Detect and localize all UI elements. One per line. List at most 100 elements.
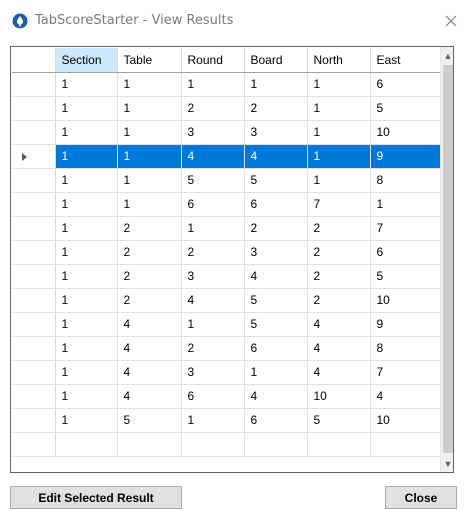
table-cell-section[interactable]: 1 bbox=[55, 216, 118, 241]
table-row[interactable]: 141549 bbox=[12, 312, 441, 337]
table-cell-east[interactable]: 9 bbox=[370, 312, 441, 337]
row-header[interactable] bbox=[12, 408, 56, 433]
table-cell-section[interactable]: 1 bbox=[55, 360, 118, 385]
table-cell-board[interactable]: 5 bbox=[244, 288, 308, 313]
table-cell-east[interactable]: 6 bbox=[370, 240, 441, 265]
table-row[interactable]: 114419 bbox=[12, 144, 441, 169]
table-row[interactable]: 115518 bbox=[12, 168, 441, 193]
table-cell-north[interactable] bbox=[307, 432, 371, 457]
table-cell-east[interactable]: 6 bbox=[370, 72, 441, 97]
row-header[interactable] bbox=[12, 384, 56, 409]
row-header[interactable] bbox=[12, 360, 56, 385]
table-cell-east[interactable]: 8 bbox=[370, 336, 441, 361]
table-cell-round[interactable]: 4 bbox=[181, 288, 245, 313]
scrollbar-thumb[interactable] bbox=[443, 65, 453, 453]
table-cell-table[interactable]: 2 bbox=[117, 216, 182, 241]
table-cell-north[interactable]: 7 bbox=[307, 192, 371, 217]
table-cell-section[interactable] bbox=[55, 432, 118, 457]
row-header[interactable] bbox=[12, 216, 56, 241]
table-cell-east[interactable] bbox=[370, 432, 441, 457]
table-row[interactable]: 142648 bbox=[12, 336, 441, 361]
table-cell-north[interactable]: 10 bbox=[307, 384, 371, 409]
row-header[interactable] bbox=[12, 336, 56, 361]
table-cell-table[interactable]: 1 bbox=[117, 168, 182, 193]
table-cell-table[interactable]: 1 bbox=[117, 144, 182, 169]
table-cell-section[interactable]: 1 bbox=[55, 312, 118, 337]
table-cell-north[interactable]: 1 bbox=[307, 144, 371, 169]
table-cell-east[interactable]: 1 bbox=[370, 192, 441, 217]
table-cell-north[interactable]: 4 bbox=[307, 360, 371, 385]
table-row[interactable]: 112215 bbox=[12, 96, 441, 121]
row-header[interactable] bbox=[12, 120, 56, 145]
column-header-section[interactable]: Section bbox=[55, 48, 118, 73]
table-cell-section[interactable]: 1 bbox=[55, 72, 118, 97]
table-cell-board[interactable]: 1 bbox=[244, 360, 308, 385]
table-cell-section[interactable]: 1 bbox=[55, 120, 118, 145]
row-header[interactable] bbox=[12, 96, 56, 121]
table-cell-table[interactable]: 1 bbox=[117, 192, 182, 217]
table-cell-board[interactable] bbox=[244, 432, 308, 457]
table-cell-section[interactable]: 1 bbox=[55, 408, 118, 433]
row-header[interactable] bbox=[12, 144, 56, 169]
results-grid[interactable]: Section Table Round Board North East 111… bbox=[10, 46, 454, 473]
table-row[interactable]: 143147 bbox=[12, 360, 441, 385]
row-header[interactable] bbox=[12, 168, 56, 193]
table-cell-round[interactable]: 3 bbox=[181, 120, 245, 145]
table-cell-table[interactable]: 5 bbox=[117, 408, 182, 433]
table-row[interactable]: 111116 bbox=[12, 72, 441, 97]
table-cell-board[interactable]: 6 bbox=[244, 192, 308, 217]
table-cell-round[interactable]: 1 bbox=[181, 72, 245, 97]
table-cell-section[interactable]: 1 bbox=[55, 240, 118, 265]
table-cell-round[interactable]: 1 bbox=[181, 408, 245, 433]
edit-selected-result-button[interactable]: Edit Selected Result bbox=[10, 486, 182, 509]
table-row[interactable]: 123425 bbox=[12, 264, 441, 289]
table-row[interactable]: 1 5 1 6 5 10 bbox=[12, 408, 441, 433]
row-header[interactable] bbox=[12, 264, 56, 289]
table-cell-table[interactable] bbox=[117, 432, 182, 457]
table-cell-board[interactable]: 6 bbox=[244, 408, 308, 433]
table-cell-east[interactable]: 5 bbox=[370, 96, 441, 121]
table-cell-north[interactable]: 1 bbox=[307, 120, 371, 145]
table-cell-table[interactable]: 1 bbox=[117, 72, 182, 97]
table-cell-section[interactable]: 1 bbox=[55, 264, 118, 289]
table-cell-table[interactable]: 4 bbox=[117, 360, 182, 385]
table-cell-table[interactable]: 1 bbox=[117, 96, 182, 121]
column-header-table[interactable]: Table bbox=[117, 48, 182, 73]
table-cell-north[interactable]: 1 bbox=[307, 96, 371, 121]
row-header[interactable] bbox=[12, 312, 56, 337]
table-cell-section[interactable]: 1 bbox=[55, 144, 118, 169]
table-row[interactable]: 116671 bbox=[12, 192, 441, 217]
table-row[interactable]: 1 1 3 3 1 10 bbox=[12, 120, 441, 145]
table-cell-section[interactable]: 1 bbox=[55, 336, 118, 361]
table-cell-north[interactable]: 4 bbox=[307, 312, 371, 337]
table-cell-board[interactable]: 2 bbox=[244, 216, 308, 241]
row-header[interactable] bbox=[12, 192, 56, 217]
table-cell-north[interactable]: 2 bbox=[307, 216, 371, 241]
column-header-round[interactable]: Round bbox=[181, 48, 245, 73]
table-cell-east[interactable]: 7 bbox=[370, 216, 441, 241]
table-row[interactable]: 1 2 4 5 2 10 bbox=[12, 288, 441, 313]
table-cell-board[interactable]: 3 bbox=[244, 240, 308, 265]
table-cell-east[interactable]: 4 bbox=[370, 384, 441, 409]
row-header[interactable] bbox=[12, 432, 56, 457]
column-header-board[interactable]: Board bbox=[244, 48, 308, 73]
table-cell-table[interactable]: 4 bbox=[117, 312, 182, 337]
table-cell-round[interactable]: 2 bbox=[181, 336, 245, 361]
table-cell-east[interactable]: 10 bbox=[370, 288, 441, 313]
table-cell-round[interactable]: 6 bbox=[181, 384, 245, 409]
table-row[interactable]: 1 4 6 4 10 4 bbox=[12, 384, 441, 409]
table-cell-table[interactable]: 4 bbox=[117, 336, 182, 361]
table-cell-north[interactable]: 1 bbox=[307, 168, 371, 193]
close-button[interactable]: Close bbox=[385, 486, 457, 509]
table-cell-board[interactable]: 4 bbox=[244, 264, 308, 289]
scroll-up-icon[interactable]: ▲ bbox=[441, 47, 453, 64]
table-cell-east[interactable]: 9 bbox=[370, 144, 441, 169]
table-cell-section[interactable]: 1 bbox=[55, 384, 118, 409]
vertical-scrollbar[interactable]: ▲ ▼ bbox=[440, 47, 453, 472]
row-header[interactable] bbox=[12, 240, 56, 265]
table-cell-round[interactable]: 2 bbox=[181, 240, 245, 265]
row-header[interactable] bbox=[12, 288, 56, 313]
table-cell-round[interactable]: 3 bbox=[181, 360, 245, 385]
table-cell-round[interactable]: 5 bbox=[181, 168, 245, 193]
table-cell-section[interactable]: 1 bbox=[55, 288, 118, 313]
